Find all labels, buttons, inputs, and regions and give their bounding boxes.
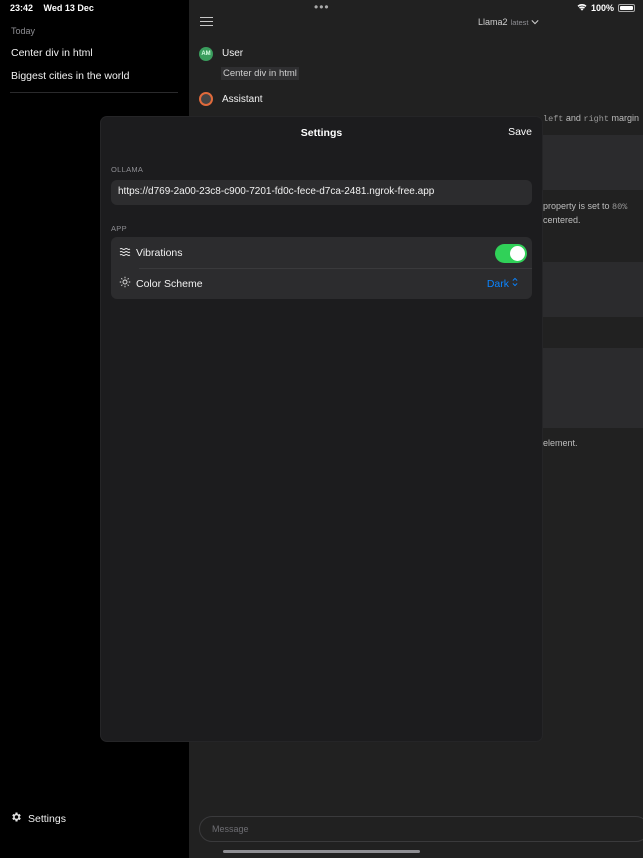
- status-bar-left: 23:42 Wed 13 Dec: [10, 3, 102, 13]
- assistant-sender-name: Assistant: [222, 94, 263, 105]
- ollama-url-field[interactable]: https://d769-2a00-23c8-c900-7201-fd0c-fe…: [111, 180, 532, 205]
- model-tag: latest: [510, 17, 529, 27]
- ollama-section-label: OLLAMA: [111, 165, 144, 174]
- assistant-avatar: [199, 92, 213, 106]
- sidebar-settings-label: Settings: [28, 812, 66, 825]
- model-name: Llama2: [478, 17, 508, 27]
- model-selector[interactable]: Llama2 latest: [478, 17, 540, 27]
- chevron-updown-icon: [512, 277, 518, 290]
- wifi-icon: [577, 3, 587, 13]
- user-avatar: AM: [199, 47, 213, 61]
- code-block-1: [543, 135, 643, 190]
- sun-icon: [119, 275, 131, 293]
- save-button[interactable]: Save: [508, 126, 532, 138]
- color-scheme-value: Dark: [486, 277, 509, 290]
- vibrations-label: Vibrations: [136, 246, 183, 259]
- assistant-text-line1: left and right margin: [543, 113, 640, 124]
- sidebar-divider: [10, 92, 178, 93]
- settings-title: Settings: [300, 127, 343, 139]
- multitask-indicator[interactable]: •••: [314, 0, 330, 14]
- chevron-down-icon: [531, 17, 540, 27]
- hamburger-icon[interactable]: [200, 17, 213, 28]
- status-bar-right: 100%: [577, 3, 635, 13]
- code-block-2: [543, 262, 643, 317]
- assistant-text-line2: property is set to 80%: [543, 201, 628, 212]
- battery-icon: [618, 4, 635, 12]
- vibrations-row: Vibrations: [111, 237, 532, 268]
- battery-percent: 100%: [590, 3, 614, 13]
- waves-icon: [119, 244, 131, 262]
- status-date: Wed 13 Dec: [43, 3, 94, 13]
- color-scheme-label: Color Scheme: [136, 277, 203, 290]
- chat-item-center-div[interactable]: Center div in html: [11, 47, 93, 59]
- chat-item-biggest-cities[interactable]: Biggest cities in the world: [11, 70, 129, 82]
- user-sender-name: User: [222, 48, 244, 59]
- user-message: Center div in html: [221, 67, 299, 80]
- assistant-text-line3: centered.: [543, 215, 581, 225]
- settings-sheet: Settings Save OLLAMA https://d769-2a00-2…: [101, 117, 542, 741]
- color-scheme-picker[interactable]: Dark: [487, 277, 518, 290]
- section-today: Today: [11, 26, 36, 36]
- assistant-text-line4: element.: [543, 438, 578, 448]
- gear-icon: [10, 811, 22, 826]
- sidebar-settings-button[interactable]: Settings: [10, 811, 66, 826]
- app-settings-group: Vibrations Color Scheme Dark: [111, 237, 532, 299]
- code-block-3: [543, 348, 643, 428]
- message-input[interactable]: Message: [199, 816, 643, 842]
- app-section-label: APP: [111, 224, 127, 233]
- home-indicator: [223, 850, 420, 853]
- color-scheme-row: Color Scheme Dark: [111, 268, 532, 299]
- status-time: 23:42: [10, 3, 34, 13]
- vibrations-toggle[interactable]: [495, 244, 527, 263]
